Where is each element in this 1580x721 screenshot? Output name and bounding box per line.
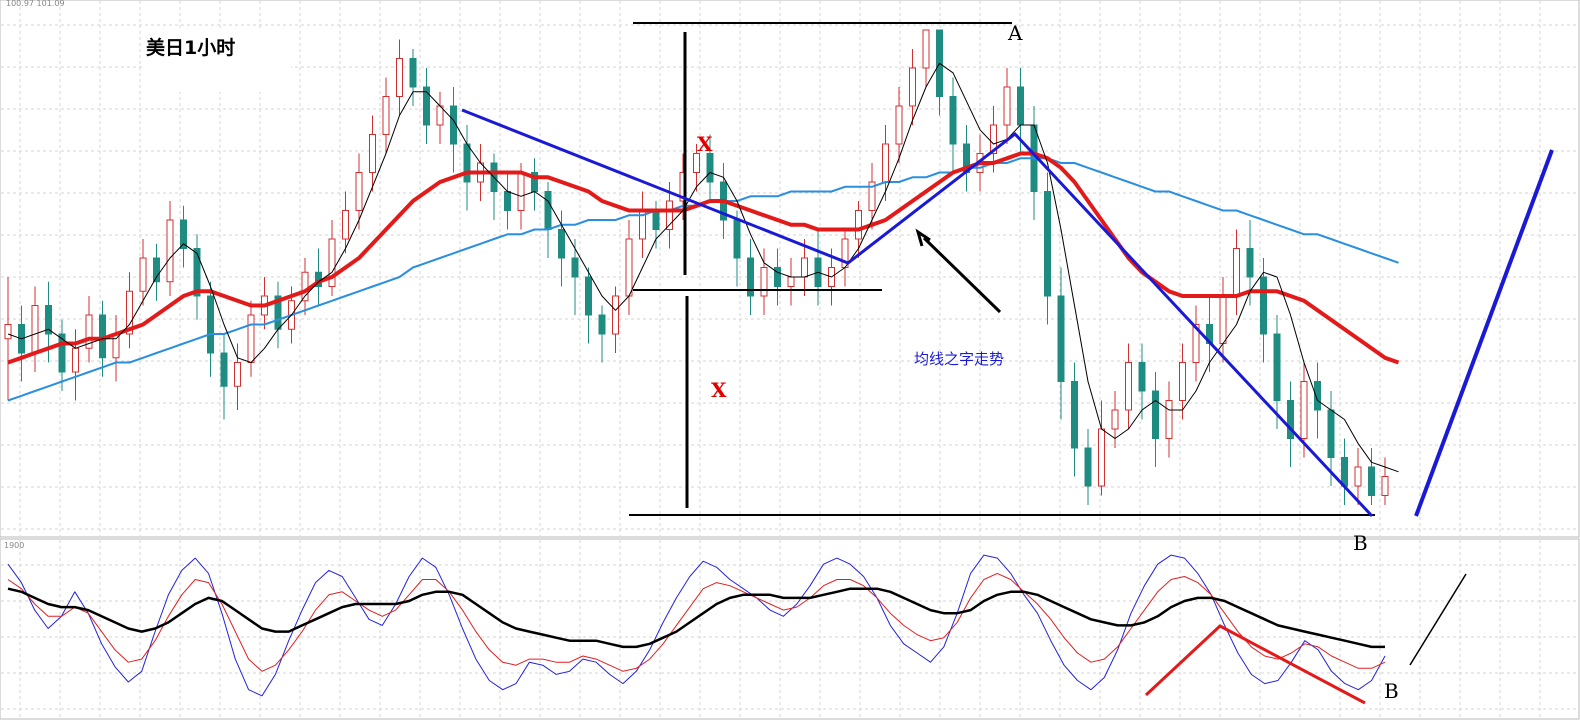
candle-bullish — [517, 172, 525, 211]
candle-bearish — [585, 276, 592, 316]
candle-bullish — [4, 324, 12, 340]
candle-bearish — [193, 248, 201, 297]
candle-bearish — [571, 257, 579, 278]
candle-bullish — [693, 153, 700, 173]
candle-bearish — [733, 219, 741, 259]
candle-bearish — [409, 58, 417, 88]
candle-bullish — [112, 333, 120, 359]
candle-bullish — [139, 257, 147, 292]
candle-bullish — [342, 210, 349, 240]
candle-bullish — [787, 276, 795, 287]
label-a: A — [1007, 21, 1023, 45]
candle-bearish — [207, 295, 214, 354]
candle-bearish — [1273, 333, 1281, 401]
candle-bullish — [1381, 476, 1389, 496]
candle-bullish — [1179, 362, 1186, 401]
candle-bearish — [706, 153, 714, 183]
candle-bullish — [1300, 381, 1308, 439]
candle-bearish — [1057, 295, 1065, 382]
candle-bullish — [895, 105, 903, 145]
candle-bearish — [544, 191, 552, 230]
candle-bearish — [652, 210, 660, 230]
candle-bearish — [1044, 191, 1051, 297]
candle-bearish — [1084, 447, 1092, 487]
chart-stage: 100.97 101.09 1900 美日1小时 A B X X 均线之字走势 … — [0, 0, 1580, 721]
label-b-oscillator: B — [1384, 679, 1399, 703]
candle-bearish — [1327, 409, 1335, 458]
candle-bullish — [31, 305, 39, 354]
candle-bullish — [247, 314, 255, 363]
pattern-note: 均线之字走势 — [914, 350, 1004, 368]
candle-bullish — [72, 347, 79, 373]
candle-bearish — [1152, 390, 1159, 439]
chart-title: 美日1小时 — [146, 36, 235, 59]
candle-bearish — [1341, 457, 1348, 487]
candle-bearish — [598, 314, 606, 335]
candle-bearish — [1071, 381, 1078, 449]
label-x-upper: X — [697, 132, 713, 156]
candle-bearish — [220, 352, 228, 387]
label-b-price: B — [1353, 531, 1368, 555]
candle-bullish — [1003, 86, 1011, 126]
candle-bullish — [234, 362, 241, 387]
candle-bullish — [1125, 362, 1132, 411]
candle-bullish — [625, 238, 633, 297]
candle-bearish — [504, 191, 511, 211]
candle-bullish — [1233, 248, 1240, 297]
candle-bearish — [423, 86, 430, 126]
candle-bullish — [1219, 295, 1227, 344]
candle-bullish — [1111, 409, 1119, 430]
candle-bearish — [463, 143, 471, 183]
candle-bearish — [153, 257, 160, 283]
candle-bearish — [1368, 466, 1375, 496]
candle-bearish — [1138, 362, 1146, 392]
candle-bullish — [369, 134, 376, 173]
candle-bearish — [1260, 276, 1267, 335]
candle-bullish — [166, 219, 174, 283]
candle-bullish — [801, 257, 808, 278]
osc-readout: 1900 — [4, 541, 24, 550]
candle-bearish — [949, 96, 957, 145]
candle-bullish — [612, 295, 619, 335]
candle-bullish — [909, 67, 916, 107]
candle-bullish — [1098, 428, 1105, 487]
candle-bullish — [922, 29, 930, 69]
candle-bearish — [1246, 248, 1254, 278]
candle-bullish — [855, 210, 862, 240]
candle-bullish — [1354, 466, 1362, 487]
chart-canvas: 100.97 101.09 1900 美日1小时 A B X X 均线之字走势 … — [0, 0, 1580, 721]
candle-bullish — [882, 143, 889, 183]
candle-bullish — [396, 58, 403, 97]
candle-bearish — [558, 229, 565, 259]
price-readout: 100.97 101.09 — [6, 0, 65, 8]
candle-bearish — [450, 105, 457, 145]
candle-bullish — [1165, 400, 1173, 439]
candle-bearish — [1017, 86, 1024, 126]
candle-bullish — [760, 267, 768, 297]
candle-bullish — [382, 96, 390, 135]
candle-bullish — [355, 172, 363, 211]
label-x-lower: X — [711, 378, 727, 402]
